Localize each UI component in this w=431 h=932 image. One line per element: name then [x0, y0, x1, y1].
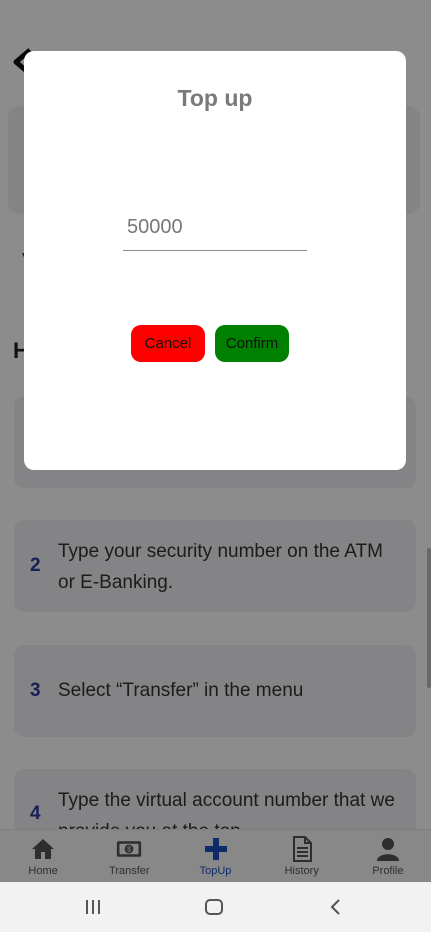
confirm-button[interactable]: Confirm	[215, 325, 289, 362]
home-button[interactable]	[201, 895, 227, 919]
recents-button[interactable]	[80, 895, 106, 919]
topup-dialog: Top up Cancel Confirm	[24, 51, 406, 470]
back-icon	[330, 899, 340, 915]
back-button[interactable]	[323, 895, 349, 919]
amount-input[interactable]	[123, 205, 307, 251]
system-nav-bar	[0, 882, 431, 932]
cancel-button[interactable]: Cancel	[131, 325, 205, 362]
home-button-icon	[205, 899, 223, 915]
recents-icon	[86, 900, 100, 914]
dialog-title: Top up	[177, 85, 253, 111]
